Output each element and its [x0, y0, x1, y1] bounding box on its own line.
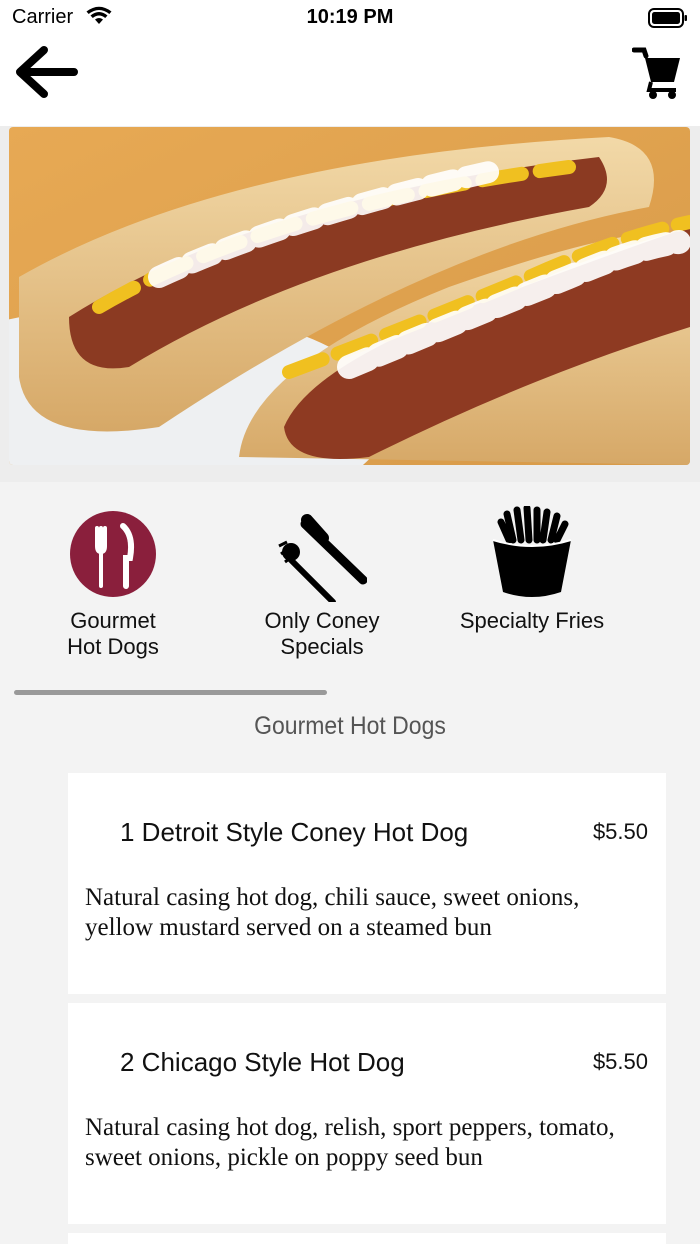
menu-item[interactable]: 2 Chicago Style Hot Dog $5.50 Natural ca…	[68, 1003, 666, 1224]
fork-knife-circle-icon	[68, 506, 158, 602]
status-bar: Carrier 10:19 PM	[0, 0, 700, 36]
menu-item[interactable]	[68, 1233, 666, 1244]
category-label: Specialty Fries	[459, 608, 605, 633]
nav-bar	[0, 36, 700, 126]
fork-knife-icon	[277, 506, 368, 605]
menu-item[interactable]: 1 Detroit Style Coney Hot Dog $5.50 Natu…	[68, 773, 666, 994]
category-label: Gourmet Hot Dogs	[67, 608, 159, 659]
item-name: 2 Chicago Style Hot Dog	[120, 1047, 405, 1077]
category-only-coney-specials[interactable]: Only Coney Specials	[232, 506, 412, 660]
category-label: Only Coney Specials	[264, 608, 380, 659]
item-name: 1 Detroit Style Coney Hot Dog	[120, 817, 469, 847]
cart-button[interactable]	[631, 44, 684, 100]
item-price: $5.50	[592, 1049, 648, 1074]
category-specialty-fries[interactable]: Specialty Fries	[442, 504, 622, 634]
back-button[interactable]	[14, 46, 78, 98]
hero-banner	[0, 126, 700, 482]
arrow-left-icon	[16, 46, 78, 98]
clock: 10:19 PM	[306, 6, 394, 28]
hot-dog-photo	[9, 127, 690, 465]
item-description: Natural casing hot dog, chili sauce, swe…	[85, 884, 580, 941]
category-gourmet-hot-dogs[interactable]: Gourmet Hot Dogs	[23, 506, 203, 660]
battery-icon	[648, 8, 688, 33]
item-description: Natural casing hot dog, relish, sport pe…	[85, 1114, 615, 1171]
fries-icon	[487, 504, 577, 602]
cart-icon	[631, 47, 680, 99]
section-title: Gourmet Hot Dogs	[254, 712, 446, 740]
selected-category-indicator	[14, 690, 327, 695]
item-price: $5.50	[592, 819, 648, 844]
category-bar: Gourmet Hot Dogs Only Coney Specials Spe…	[0, 482, 700, 692]
